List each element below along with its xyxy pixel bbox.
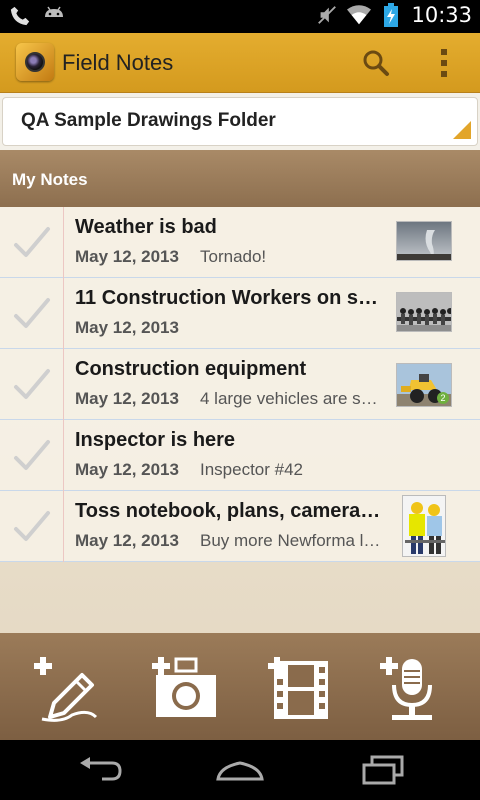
quick-add-tray — [0, 633, 480, 740]
checkmark-icon[interactable] — [12, 507, 52, 547]
note-date: May 12, 2013 — [75, 389, 179, 408]
checkmark-icon[interactable] — [12, 436, 52, 476]
wifi-icon — [347, 3, 372, 27]
folder-bar: QA Sample Drawings Folder — [0, 93, 480, 150]
note-title: Inspector is here — [75, 429, 236, 451]
new-audio-note-icon[interactable] — [378, 653, 448, 723]
system-nav-bar — [0, 740, 480, 800]
note-thumbnail — [396, 221, 452, 261]
list-item[interactable]: Toss notebook, plans, camera… May 12, 20… — [0, 491, 480, 562]
attachment-count-badge: 2 — [437, 392, 449, 404]
note-snippet: Tornado! — [200, 247, 267, 266]
note-title: 11 Construction Workers on s… — [75, 287, 379, 309]
status-time: 10:33 — [411, 3, 472, 27]
battery-charging-icon — [379, 3, 403, 27]
note-thumbnail — [396, 292, 452, 332]
folder-spinner[interactable]: QA Sample Drawings Folder — [2, 97, 478, 146]
list-item[interactable]: 11 Construction Workers on s… May 12, 20… — [0, 278, 480, 349]
spinner-arrow-icon — [453, 121, 471, 139]
checkmark-icon[interactable] — [12, 223, 52, 263]
new-text-note-icon[interactable] — [32, 653, 102, 723]
list-item[interactable]: Inspector is here May 12, 2013 Inspector… — [0, 420, 480, 491]
action-bar: Field Notes — [0, 33, 480, 93]
note-thumbnail — [402, 495, 446, 557]
search-icon[interactable] — [360, 47, 392, 79]
note-title: Construction equipment — [75, 358, 307, 380]
section-title: My Notes — [12, 170, 88, 189]
note-snippet: Inspector #42 — [200, 460, 304, 479]
status-bar: 10:33 — [0, 0, 480, 33]
folder-spinner-label: QA Sample Drawings Folder — [21, 110, 276, 131]
checkmark-icon[interactable] — [12, 365, 52, 405]
checkmark-icon[interactable] — [12, 294, 52, 334]
recent-apps-icon[interactable] — [360, 755, 408, 785]
note-thumbnail: 2 — [396, 363, 452, 407]
mute-icon — [315, 3, 339, 27]
new-video-note-icon[interactable] — [266, 653, 336, 723]
note-title: Toss notebook, plans, camera… — [75, 500, 381, 522]
note-date: May 12, 2013 — [75, 318, 179, 337]
note-date: May 12, 2013 — [75, 460, 179, 479]
note-title: Weather is bad — [75, 216, 217, 238]
new-photo-note-icon[interactable] — [150, 653, 220, 723]
overflow-menu-icon[interactable] — [434, 45, 454, 81]
android-icon — [42, 4, 66, 28]
note-snippet: 4 large vehicles are s… — [200, 389, 378, 408]
note-snippet: Buy more Newforma l… — [200, 531, 381, 550]
back-icon[interactable] — [76, 755, 124, 785]
app-title: Field Notes — [62, 50, 174, 75]
list-item[interactable]: Construction equipment May 12, 2013 4 la… — [0, 349, 480, 420]
note-date: May 12, 2013 — [75, 531, 179, 550]
note-date: May 12, 2013 — [75, 247, 179, 266]
notes-content: My Notes Weather is bad May 12, 2013 Tor… — [0, 150, 480, 633]
camera-lens-icon[interactable] — [16, 43, 54, 81]
section-header: My Notes — [0, 150, 480, 207]
list-item[interactable]: Weather is bad May 12, 2013 Tornado! — [0, 207, 480, 278]
notes-list: Weather is bad May 12, 2013 Tornado! 11 … — [0, 207, 480, 562]
phone-icon — [8, 4, 32, 28]
home-icon[interactable] — [216, 755, 264, 785]
